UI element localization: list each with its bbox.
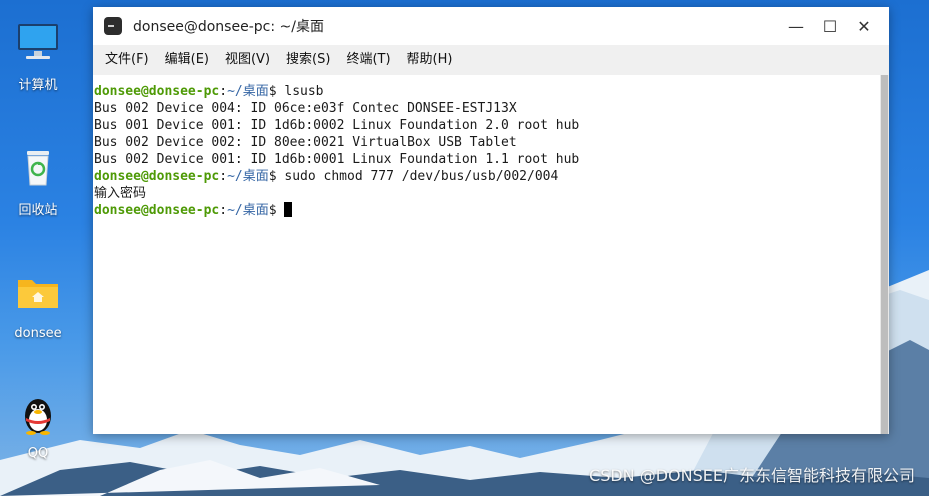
prompt-symbol: $ — [268, 203, 285, 218]
menu-help[interactable]: 帮助(H) — [399, 45, 461, 75]
menu-edit[interactable]: 编辑(E) — [157, 45, 217, 75]
prompt-symbol: $ — [268, 84, 285, 99]
prompt-colon: : — [219, 84, 228, 99]
prompt-path: ~/桌面 — [227, 203, 269, 218]
command-text: lsusb — [284, 84, 324, 99]
desktop-icon-label: donsee — [14, 326, 62, 341]
menu-search[interactable]: 搜索(S) — [278, 45, 338, 75]
menu-file[interactable]: 文件(F) — [97, 45, 157, 75]
prompt-path: ~/桌面 — [227, 169, 269, 184]
terminal-line-prompt: donsee@donsee-pc:~/桌面$ sudo chmod 777 /d… — [94, 168, 880, 185]
terminal-app-icon — [104, 17, 122, 35]
desktop-icon-qq[interactable]: QQ — [0, 392, 76, 461]
desktop-icon-computer[interactable]: 计算机 — [0, 20, 76, 93]
terminal-window: donsee@donsee-pc: ~/桌面 — ☐ ✕ 文件(F) 编辑(E)… — [93, 7, 889, 434]
menu-view[interactable]: 视图(V) — [217, 45, 278, 75]
window-title: donsee@donsee-pc: ~/桌面 — [133, 19, 324, 35]
scrollbar-thumb[interactable] — [881, 75, 888, 434]
terminal-scrollbar[interactable] — [880, 75, 889, 434]
maximize-button[interactable]: ☐ — [813, 7, 847, 45]
folder-icon — [18, 280, 58, 308]
minimize-button[interactable]: — — [779, 7, 813, 45]
menu-terminal[interactable]: 终端(T) — [338, 45, 398, 75]
prompt-symbol: $ — [268, 169, 285, 184]
terminal-output-line: Bus 001 Device 001: ID 1d6b:0002 Linux F… — [94, 118, 580, 133]
prompt-colon: : — [219, 203, 228, 218]
watermark-text: CSDN @DONSEE广东东信智能科技有限公司 — [589, 466, 915, 485]
password-prompt-line: 输入密码 — [94, 186, 147, 201]
desktop-icon-label: 回收站 — [18, 203, 58, 218]
prompt-user: donsee@donsee-pc — [94, 169, 220, 184]
recycle-bin-icon — [27, 151, 49, 186]
desktop-icon-label: QQ — [27, 446, 49, 461]
desktop-icon-label: 计算机 — [18, 78, 58, 93]
prompt-colon: : — [219, 169, 228, 184]
prompt-user: donsee@donsee-pc — [94, 84, 220, 99]
text-cursor — [284, 202, 293, 217]
prompt-user: donsee@donsee-pc — [94, 203, 220, 218]
terminal-line-prompt: donsee@donsee-pc:~/桌面$ — [94, 202, 880, 219]
terminal-output-line: Bus 002 Device 004: ID 06ce:e03f Contec … — [94, 101, 517, 116]
command-text: sudo chmod 777 /dev/bus/usb/002/004 — [284, 169, 559, 184]
menu-bar: 文件(F) 编辑(E) 视图(V) 搜索(S) 终端(T) 帮助(H) — [93, 45, 889, 75]
desktop-icon-home-folder[interactable]: donsee — [0, 272, 76, 341]
window-titlebar[interactable]: donsee@donsee-pc: ~/桌面 — ☐ ✕ — [93, 7, 889, 45]
terminal-output-line: Bus 002 Device 001: ID 1d6b:0001 Linux F… — [94, 152, 580, 167]
terminal-line-prompt: donsee@donsee-pc:~/桌面$ lsusb — [94, 83, 880, 100]
terminal-output-area[interactable]: donsee@donsee-pc:~/桌面$ lsusb Bus 002 Devi… — [93, 75, 880, 434]
close-button[interactable]: ✕ — [847, 7, 881, 45]
prompt-path: ~/桌面 — [227, 84, 269, 99]
terminal-output-line: Bus 002 Device 002: ID 80ee:0021 Virtual… — [94, 135, 517, 150]
computer-icon — [18, 24, 58, 59]
window-controls: — ☐ ✕ — [779, 7, 881, 45]
desktop-icon-trash[interactable]: 回收站 — [0, 145, 76, 218]
qq-penguin-icon — [25, 399, 51, 435]
